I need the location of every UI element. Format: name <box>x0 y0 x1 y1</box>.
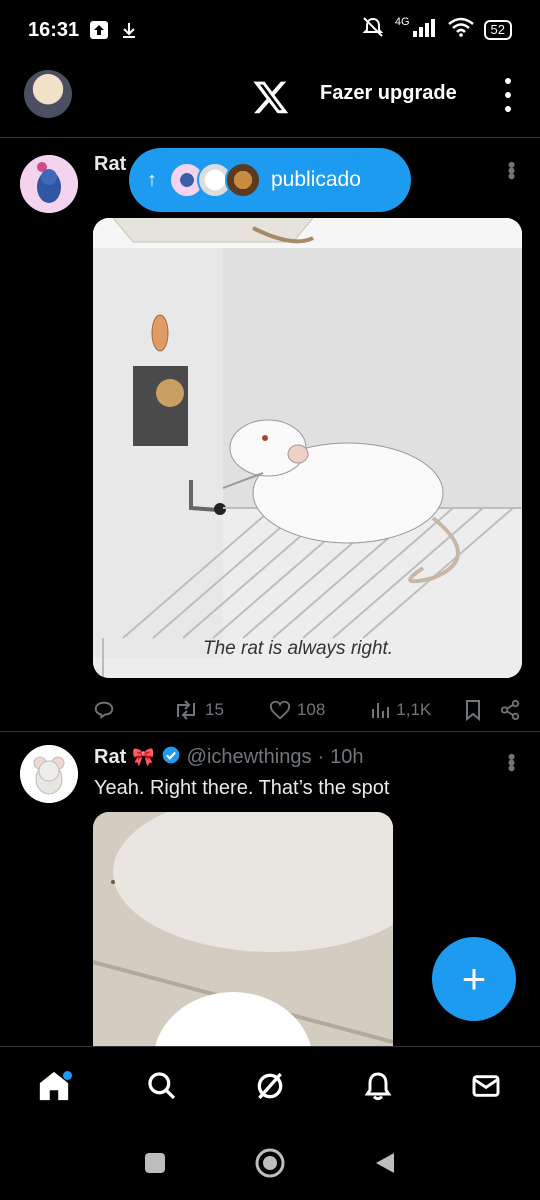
arrow-up-icon: ↑ <box>147 168 157 191</box>
bottom-navigation <box>0 1046 540 1130</box>
retweet-button[interactable]: 15 <box>173 699 224 721</box>
profile-avatar-button[interactable] <box>24 70 72 118</box>
pill-avatars <box>169 162 261 198</box>
tweet-actions: 15 108 1,1K <box>93 695 521 725</box>
tweet-more-icon[interactable]: ••• <box>499 753 524 770</box>
system-navigation <box>0 1130 540 1200</box>
compose-plus-icon: + <box>461 955 487 1002</box>
top-app-bar: Fazer upgrade <box>0 60 540 138</box>
tweet-media-image[interactable]: The rat is always right. <box>93 218 522 678</box>
signal-icon <box>412 17 438 43</box>
battery-indicator: 52 <box>483 20 512 40</box>
reply-button[interactable] <box>93 699 115 721</box>
nav-home[interactable] <box>24 1059 84 1119</box>
upload-notification-icon <box>89 20 109 40</box>
tweet-media-image[interactable] <box>93 812 393 1052</box>
nav-notifications[interactable] <box>348 1059 408 1119</box>
tweet-text: Yeah. Right there. That’s the spot <box>94 777 390 799</box>
more-options-icon[interactable] <box>504 78 512 112</box>
views-count: 1,1K <box>396 700 432 719</box>
status-time: 16:31 <box>28 18 80 41</box>
download-notification-icon <box>119 20 139 40</box>
author-handle[interactable]: @ichewthings <box>187 746 312 769</box>
upgrade-button[interactable]: Fazer upgrade <box>320 82 457 105</box>
home-circle-icon[interactable] <box>254 1147 286 1184</box>
new-content-dot <box>63 1070 72 1080</box>
status-bar: 16:31 4G 52 <box>0 0 540 60</box>
notifications-icon <box>362 1070 394 1107</box>
nav-messages[interactable] <box>456 1059 516 1119</box>
views-button[interactable]: 1,1K <box>370 700 431 720</box>
author-name[interactable]: Rat <box>94 153 126 175</box>
author-avatar[interactable] <box>20 155 78 213</box>
nav-search[interactable] <box>132 1059 192 1119</box>
verified-badge-icon <box>161 745 181 770</box>
pill-avatar <box>225 162 261 198</box>
network-type: 4G <box>394 16 410 28</box>
status-right: 4G 52 <box>361 16 512 44</box>
author-name[interactable]: Rat <box>94 746 126 769</box>
retweet-count: 15 <box>205 700 224 719</box>
grok-icon <box>254 1070 286 1107</box>
pill-label: publicado <box>271 168 361 191</box>
search-icon <box>146 1070 178 1107</box>
back-icon[interactable] <box>374 1151 396 1180</box>
bookmark-icon[interactable] <box>463 699 483 721</box>
name-emoji: 🎀 <box>132 747 155 767</box>
like-button[interactable]: 108 <box>269 699 325 721</box>
like-count: 108 <box>296 700 326 719</box>
tweet-more-icon[interactable]: ••• <box>499 161 524 178</box>
x-logo-icon[interactable] <box>252 78 290 116</box>
post-time[interactable]: 10h <box>330 746 363 769</box>
nav-grok[interactable] <box>240 1059 300 1119</box>
wifi-icon <box>447 17 474 43</box>
messages-icon <box>470 1070 502 1107</box>
recents-icon[interactable] <box>144 1152 166 1179</box>
compose-button[interactable]: + <box>432 937 516 1021</box>
media-caption: The rat is always right. <box>203 638 393 659</box>
meta-separator: · <box>317 746 325 768</box>
new-posts-pill[interactable]: ↑ publicado <box>129 148 411 212</box>
tweet-post[interactable]: Rat ••• The rat is always right. 15 108 … <box>0 139 540 732</box>
author-avatar[interactable] <box>20 745 78 803</box>
mute-icon <box>361 16 385 44</box>
share-icon[interactable] <box>499 699 521 721</box>
